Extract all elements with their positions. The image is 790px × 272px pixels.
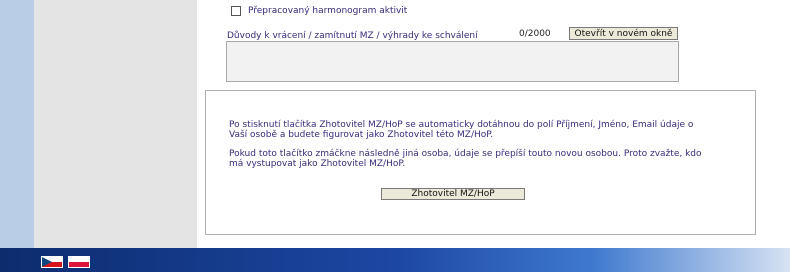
revised-schedule-checkbox[interactable] — [231, 6, 241, 16]
reasons-textarea[interactable] — [226, 41, 679, 82]
info-paragraph-1: Po stisknutí tlačítka Zhotovitel MZ/HoP … — [229, 120, 694, 140]
left-strip — [0, 0, 34, 248]
char-counter: 0/2000 — [519, 29, 551, 39]
info-paragraph-2: Pokud toto tlačítko zmáčkne následně jin… — [229, 149, 702, 169]
czech-flag-icon[interactable] — [41, 256, 63, 268]
open-new-window-button[interactable]: Otevřít v novém okně — [569, 27, 678, 40]
contractor-button[interactable]: Zhotovitel MZ/HoP — [381, 188, 525, 200]
polish-flag-icon[interactable] — [68, 256, 90, 268]
footer-bar — [0, 248, 790, 272]
left-sidebar-area — [34, 0, 197, 248]
revised-schedule-label: Přepracovaný harmonogram aktivit — [248, 6, 408, 16]
revised-schedule-row: Přepracovaný harmonogram aktivit — [231, 5, 407, 17]
reasons-label: Důvody k vrácení / zamítnutí MZ / výhrad… — [227, 31, 478, 41]
